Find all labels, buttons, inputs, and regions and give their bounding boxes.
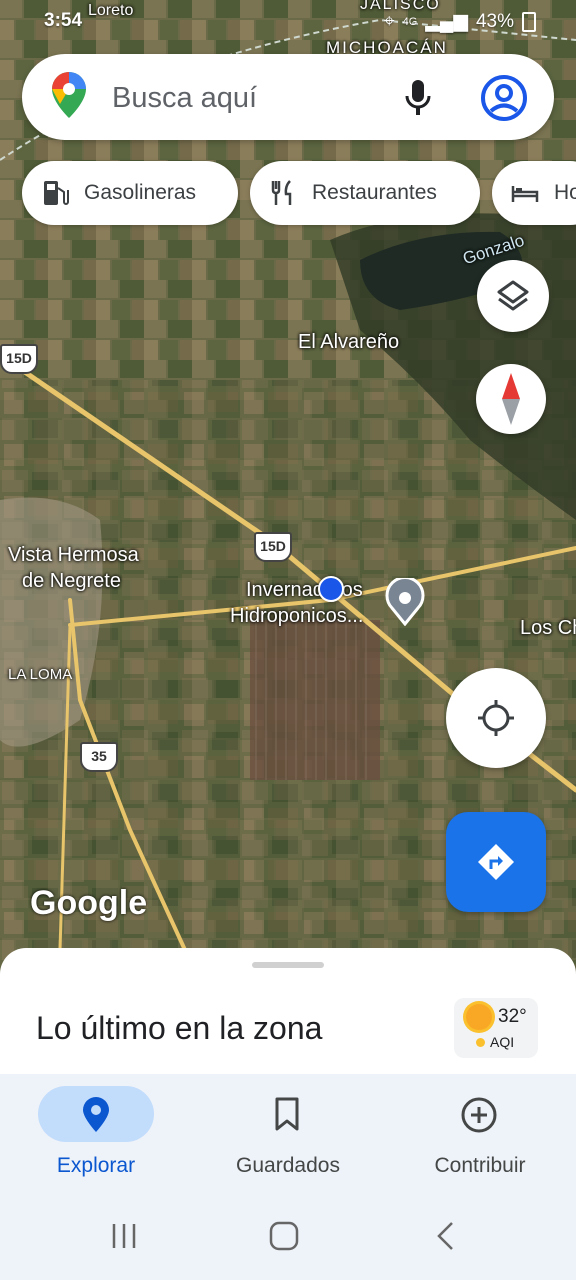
map-label-vista-hermosa[interactable]: Vista Hermosa xyxy=(8,544,139,567)
aqi-label: AQI xyxy=(490,1034,515,1050)
nav-guardados[interactable]: Guardados xyxy=(192,1074,384,1194)
signal-icon: ▂▄▆ xyxy=(425,11,468,32)
nav-explorar[interactable]: Explorar xyxy=(0,1074,192,1194)
search-input[interactable]: Busca aquí xyxy=(112,82,257,115)
explore-pin-icon xyxy=(83,1097,109,1132)
chip-gasolineras[interactable]: Gasolineras xyxy=(22,161,238,225)
battery-icon xyxy=(522,11,536,32)
system-navigation-bar xyxy=(0,1194,576,1280)
map-label-la-loma[interactable]: LA LOMA xyxy=(8,666,72,683)
user-location-dot xyxy=(318,576,344,602)
directions-button[interactable] xyxy=(446,812,546,912)
restaurant-icon xyxy=(268,178,298,208)
aqi-dot-icon xyxy=(476,1038,485,1047)
google-maps-logo-icon xyxy=(52,72,86,120)
highway-shield: 15D xyxy=(254,532,292,562)
directions-icon xyxy=(478,844,514,880)
recent-apps-icon[interactable] xyxy=(108,1220,140,1252)
google-watermark: Google xyxy=(30,884,148,922)
highway-shield: 15D xyxy=(0,344,38,374)
compass-button[interactable] xyxy=(476,364,546,434)
status-bar: 3:54 ⌖ 4G ▂▄▆ 43% xyxy=(0,0,576,42)
map-label-de-negrete[interactable]: de Negrete xyxy=(22,570,121,593)
my-location-icon xyxy=(478,700,514,736)
bookmark-icon xyxy=(275,1097,299,1131)
sun-icon xyxy=(466,1004,492,1030)
map-label-invernaderos[interactable]: Invernaderos xyxy=(246,579,363,602)
layers-icon xyxy=(497,280,529,311)
nav-label: Guardados xyxy=(236,1154,340,1177)
battery-percent: 43% xyxy=(475,10,514,32)
map-label-el-alvareno[interactable]: El Alvareño xyxy=(298,331,399,354)
account-avatar-icon[interactable] xyxy=(480,74,528,122)
chip-hoteles[interactable]: Ho xyxy=(492,161,576,225)
hotel-icon xyxy=(510,178,540,208)
layers-button[interactable] xyxy=(477,260,549,332)
place-pin-icon[interactable] xyxy=(384,576,426,627)
highway-shield: 35 xyxy=(80,742,118,772)
gas-station-icon xyxy=(40,178,70,208)
nav-contribuir[interactable]: Contribuir xyxy=(384,1074,576,1194)
weather-widget[interactable]: 32° AQI xyxy=(454,998,538,1058)
compass-icon xyxy=(502,373,520,425)
search-bar[interactable]: Busca aquí xyxy=(22,54,554,140)
add-circle-icon xyxy=(461,1097,497,1133)
map-label-los-ch[interactable]: Los Ch xyxy=(520,617,576,640)
bottom-navigation: Explorar Guardados Contribuir xyxy=(0,1074,576,1194)
latest-in-area-sheet[interactable]: Lo último en la zona 32° AQI xyxy=(0,948,576,1076)
microphone-icon[interactable] xyxy=(402,78,434,118)
network-type: 4G xyxy=(402,15,418,28)
home-icon[interactable] xyxy=(268,1220,300,1252)
chip-label: Restaurantes xyxy=(312,181,437,204)
back-icon[interactable] xyxy=(432,1220,460,1252)
nav-label: Contribuir xyxy=(434,1154,526,1177)
location-status-icon: ⌖ xyxy=(383,10,395,32)
drag-handle[interactable] xyxy=(252,962,324,968)
my-location-button[interactable] xyxy=(446,668,546,768)
map-label-hidroponicos[interactable]: Hidroponicos... xyxy=(230,605,363,628)
status-time: 3:54 xyxy=(44,10,83,31)
nav-label: Explorar xyxy=(56,1154,136,1177)
sheet-title: Lo último en la zona xyxy=(36,1010,323,1046)
weather-temperature: 32° xyxy=(498,1006,527,1027)
chip-restaurantes[interactable]: Restaurantes xyxy=(250,161,480,225)
chip-label: Gasolineras xyxy=(84,181,197,204)
chip-label: Ho xyxy=(554,181,576,204)
